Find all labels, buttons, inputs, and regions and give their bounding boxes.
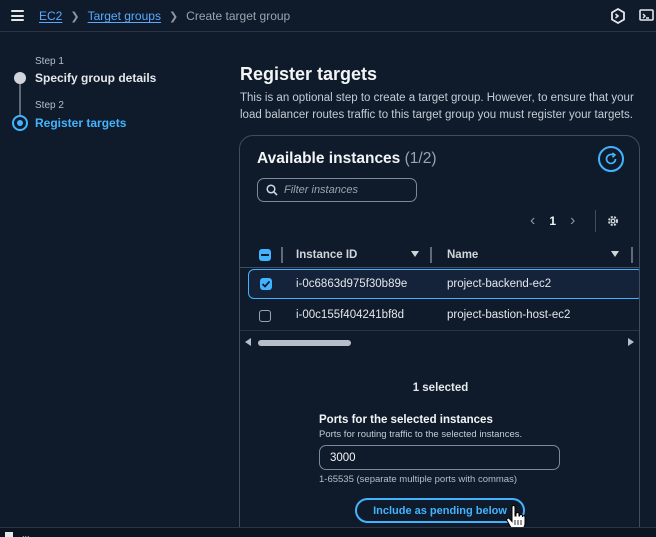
- ports-label: Ports for the selected instances: [319, 414, 493, 426]
- column-divider: [281, 247, 283, 263]
- page-title: Register targets: [240, 64, 378, 84]
- column-divider[interactable]: [430, 247, 432, 263]
- feedback-icon[interactable]: [639, 8, 655, 24]
- ports-description: Ports for routing traffic to the selecte…: [319, 429, 523, 440]
- ports-hint: 1-65535 (separate multiple ports with co…: [319, 474, 518, 485]
- step-1-number: Step 1: [35, 56, 64, 67]
- row-checkbox[interactable]: [260, 278, 272, 290]
- step-2-number: Step 2: [35, 100, 64, 111]
- breadcrumb-ec2[interactable]: EC2: [39, 9, 62, 23]
- next-page-icon[interactable]: ›: [570, 212, 575, 230]
- chevron-right-icon: ❯: [70, 10, 80, 23]
- previous-page-icon[interactable]: ‹: [530, 212, 535, 230]
- filter-instances-field[interactable]: [257, 178, 417, 202]
- scrollbar-thumb[interactable]: [258, 340, 351, 346]
- panel-title-count: (1/2): [404, 150, 437, 167]
- gear-icon[interactable]: [606, 214, 620, 228]
- menu-icon[interactable]: [11, 10, 24, 21]
- instance-name-cell: project-bastion-host-ec2: [447, 309, 571, 321]
- sort-down-icon[interactable]: [411, 251, 419, 257]
- row-checkbox[interactable]: [259, 310, 271, 322]
- bottom-bar: ...: [0, 527, 656, 537]
- selection-count: 1 selected: [412, 382, 469, 394]
- instance-id-cell: i-00c155f404241bf8d: [296, 309, 405, 321]
- scroll-left-icon[interactable]: [244, 337, 252, 347]
- bottom-text[interactable]: ...: [22, 529, 30, 537]
- chevron-right-icon: ❯: [168, 10, 179, 23]
- ports-input[interactable]: [319, 445, 560, 470]
- step-2-indicator: [12, 115, 28, 131]
- breadcrumb-target-groups[interactable]: Target groups: [88, 9, 161, 23]
- panel-title-text: Available instances: [257, 150, 401, 167]
- top-bar: EC2 ❯ Target groups ❯ Create target grou…: [0, 0, 656, 32]
- column-header-instance-id[interactable]: Instance ID: [296, 249, 357, 261]
- column-divider[interactable]: [631, 247, 633, 263]
- table-row[interactable]: i-0c6863d975f30b89e project-backend-ec2: [248, 269, 639, 299]
- table-row[interactable]: i-00c155f404241bf8d project-bastion-host…: [240, 301, 639, 331]
- cloudshell-icon[interactable]: [610, 8, 626, 24]
- column-header-name[interactable]: Name: [447, 249, 478, 261]
- step-1-title[interactable]: Specify group details: [35, 71, 156, 85]
- scroll-right-icon[interactable]: [627, 337, 635, 347]
- breadcrumb: EC2 ❯ Target groups ❯ Create target grou…: [39, 9, 290, 23]
- step-1-indicator: [14, 72, 26, 84]
- horizontal-scrollbar[interactable]: [240, 336, 639, 348]
- page-description: This is an optional step to create a tar…: [240, 92, 634, 121]
- instance-id-cell: i-0c6863d975f30b89e: [296, 278, 408, 290]
- page-number[interactable]: 1: [549, 214, 556, 228]
- refresh-button[interactable]: [598, 146, 624, 172]
- search-icon: [266, 184, 278, 196]
- sort-down-icon[interactable]: [611, 251, 619, 257]
- select-all-checkbox[interactable]: [259, 249, 271, 261]
- available-instances-panel: Available instances (1/2) ‹ 1 › Instance…: [239, 135, 640, 537]
- cloudshell-icon[interactable]: [5, 532, 13, 537]
- include-as-pending-button[interactable]: Include as pending below: [355, 498, 525, 523]
- table-header: Instance ID Name: [240, 242, 639, 268]
- pager-divider: [595, 210, 596, 232]
- panel-title: Available instances (1/2): [257, 150, 437, 168]
- refresh-icon: [605, 152, 617, 165]
- breadcrumb-current: Create target group: [186, 9, 291, 23]
- instance-name-cell: project-backend-ec2: [447, 278, 552, 290]
- step-2-title: Register targets: [35, 116, 127, 130]
- filter-instances-input[interactable]: [284, 184, 404, 196]
- pagination: ‹ 1 ›: [530, 212, 575, 230]
